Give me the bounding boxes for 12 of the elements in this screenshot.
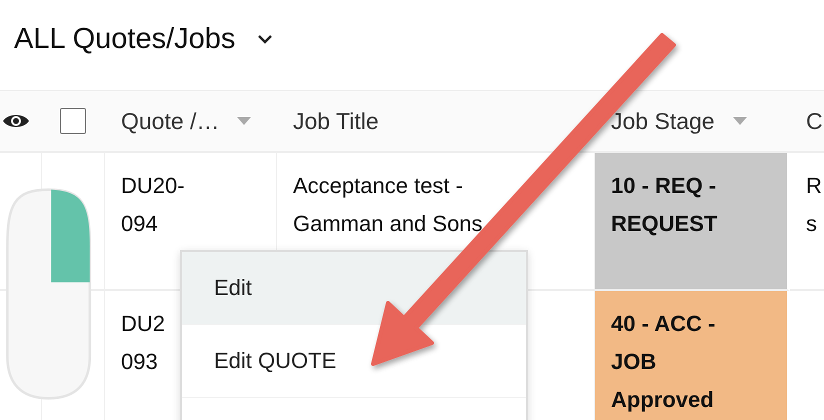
table-cell: DU20- 094 [121, 173, 185, 236]
page-title: ALL Quotes/Jobs [14, 22, 236, 56]
table-cell: DU2 093 [121, 311, 166, 374]
menu-item[interactable]: Edit [182, 252, 526, 325]
select-all-checkbox[interactable] [60, 108, 86, 134]
chevron-down-icon[interactable] [257, 34, 274, 44]
stage-cell: 40 - ACC - JOB Approved [595, 291, 790, 420]
table-cell: R s [806, 173, 822, 236]
table-cell: Acceptance test - Gamman and Sons [293, 173, 483, 236]
stage-cell: 10 - REQ - REQUEST [595, 153, 790, 291]
eye-icon[interactable] [2, 112, 30, 130]
column-header[interactable]: Job Title [293, 108, 379, 134]
